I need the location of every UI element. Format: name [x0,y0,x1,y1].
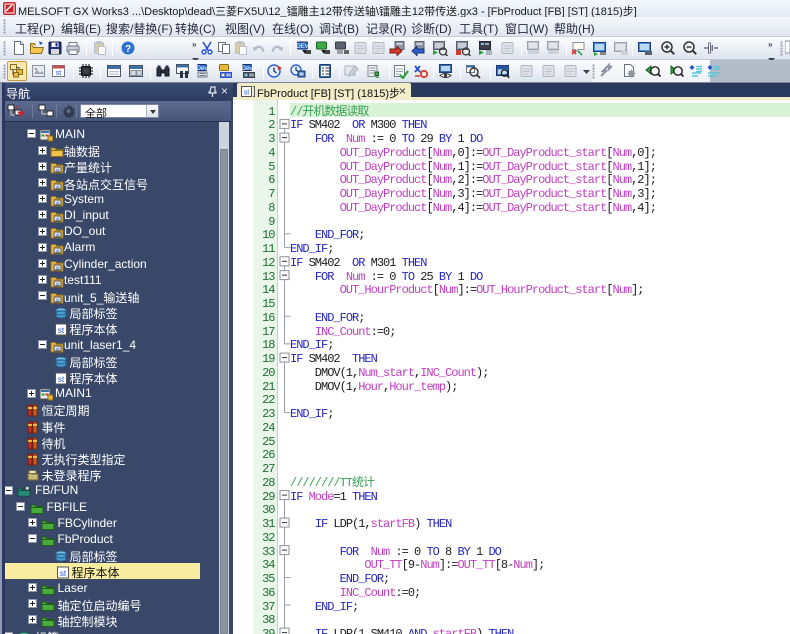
svg-text:st: st [56,70,62,77]
svg-text:st: st [57,326,64,335]
svg-text:DEV: DEV [296,44,308,50]
svg-text:Dev: Dev [197,66,208,72]
svg-text:?: ? [125,44,131,55]
svg-text:Dev: Dev [242,66,253,72]
svg-text:st: st [244,90,250,97]
svg-text:st: st [59,569,66,578]
svg-text:st: st [57,375,64,384]
